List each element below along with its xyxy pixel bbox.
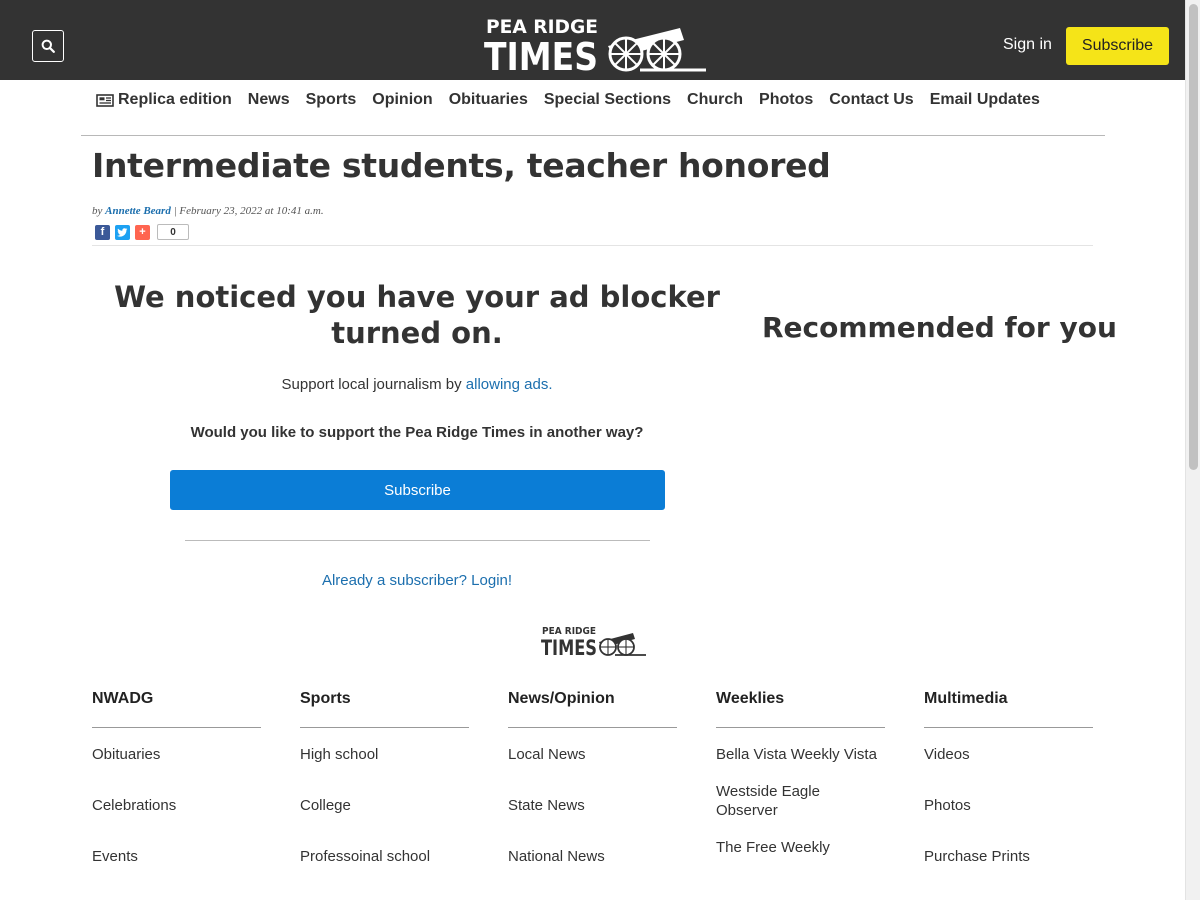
share-bar: f + 0 (95, 224, 189, 240)
footer-link-high-school[interactable]: High school (300, 745, 469, 764)
more-share-button[interactable]: + (135, 224, 150, 240)
nav-item-label: Replica edition (118, 91, 232, 108)
footer-column-news-opinion: News/Opinion Local News State News Natio… (508, 690, 677, 898)
footer-links: Bella Vista Weekly Vista Westside Eagle … (716, 745, 885, 857)
subscriber-login-link[interactable]: Already a subscriber? Login! (96, 572, 738, 589)
nav-item-email-updates[interactable]: Email Updates (930, 91, 1040, 109)
footer-link-national-news[interactable]: National News (508, 847, 677, 866)
facebook-share-button[interactable]: f (95, 224, 110, 240)
page-scrollbar[interactable] (1185, 0, 1200, 900)
svg-text:TIMES: TIMES (484, 35, 598, 74)
footer-link-local-news[interactable]: Local News (508, 745, 677, 764)
footer-link-bella-vista[interactable]: Bella Vista Weekly Vista (716, 745, 885, 764)
footer-logo[interactable]: PEA RIDGE TIMES (541, 624, 647, 658)
footer-link-professional-school[interactable]: Professoinal school (300, 847, 469, 866)
footer-heading[interactable]: NWADG (92, 690, 261, 728)
twitter-share-button[interactable] (115, 224, 130, 240)
footer-links: High school College Professoinal school (300, 745, 469, 866)
footer-heading[interactable]: News/Opinion (508, 690, 677, 728)
facebook-icon: f (100, 225, 105, 238)
footer-links: Obituaries Celebrations Events (92, 745, 261, 866)
article-date: | February 23, 2022 at 10:41 a.m. (173, 205, 324, 217)
plus-icon: + (139, 225, 146, 238)
header-divider (92, 245, 1093, 246)
footer-column-sports: Sports High school College Professoinal … (300, 690, 469, 898)
author-link[interactable]: Annette Beard (105, 205, 171, 217)
nav-item-special-sections[interactable]: Special Sections (544, 91, 671, 109)
nav-item-opinion[interactable]: Opinion (372, 91, 432, 109)
footer-links: Videos Photos Purchase Prints (924, 745, 1093, 866)
newspaper-icon (96, 93, 114, 107)
site-logo[interactable]: PEA RIDGE TIMES (484, 14, 708, 74)
footer-heading[interactable]: Weeklies (716, 690, 885, 728)
footer-link-photos[interactable]: Photos (924, 796, 1093, 815)
share-count: 0 (157, 224, 189, 240)
twitter-icon (117, 227, 128, 237)
footer-column-weeklies: Weeklies Bella Vista Weekly Vista Westsi… (716, 690, 885, 875)
nav-divider (81, 135, 1105, 136)
article-byline: by Annette Beard | February 23, 2022 at … (92, 205, 324, 217)
footer-heading[interactable]: Multimedia (924, 690, 1093, 728)
subscribe-button[interactable]: Subscribe (170, 470, 665, 510)
footer-links: Local News State News National News (508, 745, 677, 866)
site-header: PEA RIDGE TIMES Sign in Subscribe (0, 0, 1185, 80)
nav-item-church[interactable]: Church (687, 91, 743, 109)
search-icon (41, 39, 55, 53)
allowing-ads-link[interactable]: allowing ads. (466, 376, 553, 393)
nav-item-replica-edition[interactable]: Replica edition (96, 91, 232, 109)
subscribe-button-header[interactable]: Subscribe (1066, 27, 1169, 65)
svg-text:TIMES: TIMES (541, 636, 597, 658)
footer-link-purchase-prints[interactable]: Purchase Prints (924, 847, 1093, 866)
nav-item-photos[interactable]: Photos (759, 91, 813, 109)
footer-link-celebrations[interactable]: Celebrations (92, 796, 261, 815)
nav-item-sports[interactable]: Sports (306, 91, 357, 109)
cannon-icon (599, 633, 646, 656)
recommended-heading: Recommended for you (762, 311, 1117, 344)
adblock-title: We noticed you have your ad blocker turn… (114, 280, 720, 350)
nav-item-obituaries[interactable]: Obituaries (449, 91, 528, 109)
footer-link-events[interactable]: Events (92, 847, 261, 866)
footer-link-westside-eagle[interactable]: Westside Eagle Observer (716, 782, 885, 820)
adblock-support-text: Support local journalism by allowing ads… (96, 376, 738, 393)
sign-in-link[interactable]: Sign in (1003, 36, 1052, 54)
nav-item-contact-us[interactable]: Contact Us (829, 91, 913, 109)
footer-column-multimedia: Multimedia Videos Photos Purchase Prints (924, 690, 1093, 898)
adblock-question: Would you like to support the Pea Ridge … (190, 424, 644, 441)
article-headline: Intermediate students, teacher honored (92, 146, 831, 185)
footer-link-obituaries[interactable]: Obituaries (92, 745, 261, 764)
byline-by: by (92, 205, 103, 217)
footer-link-free-weekly[interactable]: The Free Weekly (716, 838, 885, 857)
footer-link-college[interactable]: College (300, 796, 469, 815)
footer-link-videos[interactable]: Videos (924, 745, 1093, 764)
footer-link-state-news[interactable]: State News (508, 796, 677, 815)
search-button[interactable] (32, 30, 64, 62)
main-nav: Replica edition News Sports Opinion Obit… (96, 90, 1056, 110)
footer-heading[interactable]: Sports (300, 690, 469, 728)
adblock-support-prefix: Support local journalism by (281, 376, 466, 393)
scrollbar-thumb[interactable] (1189, 4, 1198, 470)
adblock-divider (185, 540, 650, 541)
footer-column-nwadg: NWADG Obituaries Celebrations Events (92, 690, 261, 898)
nav-item-news[interactable]: News (248, 91, 290, 109)
cannon-icon (608, 28, 706, 72)
